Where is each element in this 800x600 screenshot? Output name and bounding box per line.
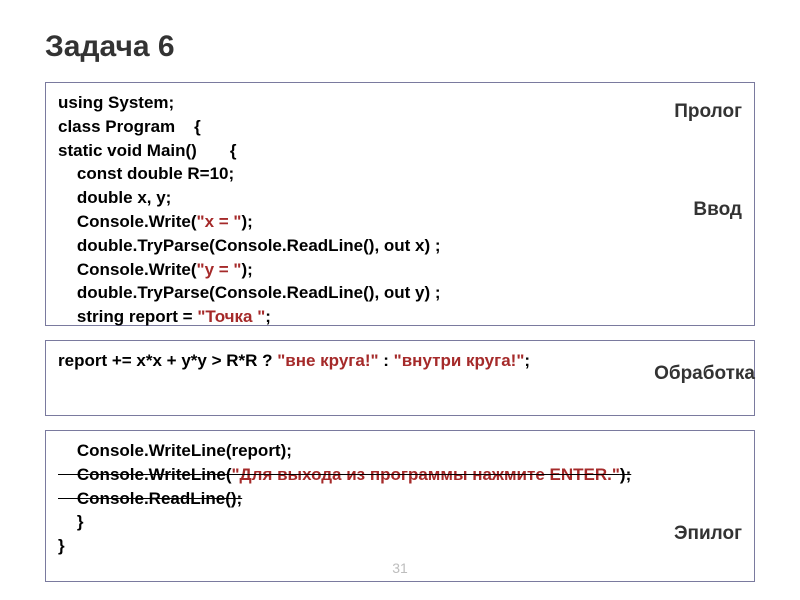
- c: class Program {: [58, 117, 201, 136]
- c: Console.WriteLine(report);: [58, 441, 292, 460]
- strikethrough-code: Console.ReadLine();: [58, 489, 242, 508]
- c: );: [242, 212, 253, 231]
- c: );: [620, 465, 631, 484]
- label-process: Обработка: [654, 363, 755, 385]
- c: report += x*x + y*y > R*R ?: [58, 351, 277, 370]
- c: const double R=10;: [58, 164, 234, 183]
- page-number: 31: [0, 560, 800, 576]
- c: :: [379, 351, 394, 370]
- string-literal: "внутри круга!": [394, 351, 525, 370]
- page-title: Задача 6: [45, 30, 755, 64]
- c: double x, y;: [58, 188, 171, 207]
- c: ;: [265, 307, 271, 326]
- c: );: [242, 260, 253, 279]
- c: Console.Write(: [58, 260, 197, 279]
- string-literal: "вне круга!": [277, 351, 378, 370]
- c: static void Main() {: [58, 141, 237, 160]
- code-block-process: Обработка report += x*x + y*y > R*R ? "в…: [45, 340, 755, 416]
- label-prolog: Пролог: [674, 101, 742, 123]
- string-literal: "Точка ": [197, 307, 265, 326]
- c: using System;: [58, 93, 174, 112]
- code-text: using System; class Program { static voi…: [58, 91, 742, 329]
- strikethrough-code: Console.WriteLine("Для выхода из програм…: [58, 465, 631, 484]
- string-literal: "y = ": [197, 260, 242, 279]
- c: }: [58, 536, 65, 555]
- c: Console.Write(: [58, 212, 197, 231]
- c: double.TryParse(Console.ReadLine(), out …: [58, 283, 441, 302]
- c: Console.WriteLine(: [58, 465, 231, 484]
- label-epilog: Эпилог: [674, 523, 742, 545]
- label-input: Ввод: [693, 199, 742, 221]
- string-literal: "Для выхода из программы нажмите ENTER.": [231, 465, 619, 484]
- c: ;: [524, 351, 530, 370]
- code-text: Console.WriteLine(report); Console.Write…: [58, 439, 742, 558]
- c: string report =: [58, 307, 197, 326]
- code-text: report += x*x + y*y > R*R ? "вне круга!"…: [58, 349, 742, 373]
- code-block-prolog: Пролог Ввод using System; class Program …: [45, 82, 755, 326]
- c: double.TryParse(Console.ReadLine(), out …: [58, 236, 441, 255]
- c: }: [58, 512, 84, 531]
- string-literal: "x = ": [197, 212, 242, 231]
